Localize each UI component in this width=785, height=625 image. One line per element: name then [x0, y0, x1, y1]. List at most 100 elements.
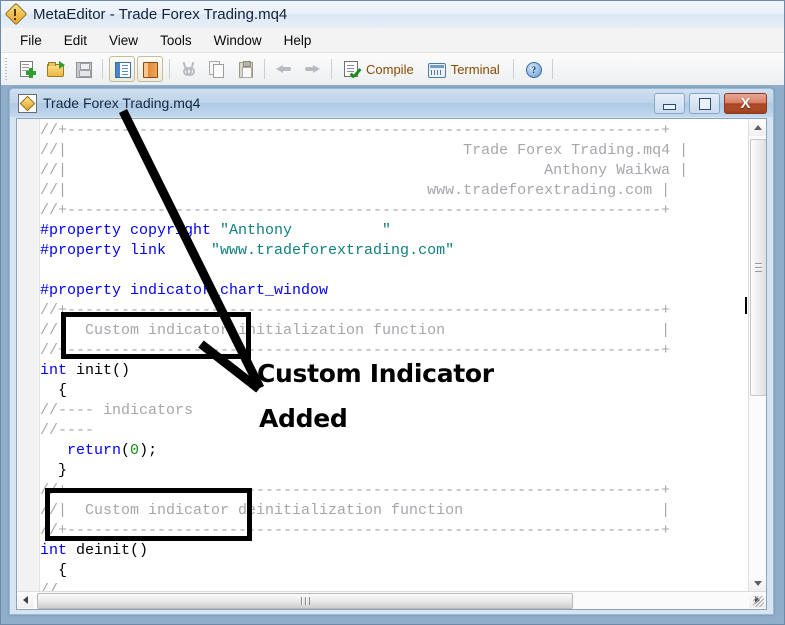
terminal-icon [427, 60, 445, 78]
paste-button[interactable] [232, 56, 258, 82]
code-line: //---- [40, 421, 749, 441]
code-token: #property link [40, 242, 211, 259]
code-token: return [67, 442, 121, 459]
window-title: MetaEditor - Trade Forex Trading.mq4 [33, 6, 287, 23]
redo-icon [303, 60, 321, 78]
toolbox-book-icon [141, 60, 159, 78]
code-line: //| Anthony Waikwa | [40, 161, 749, 181]
compile-icon-wrap [338, 56, 364, 82]
menu-view[interactable]: View [98, 30, 149, 51]
code-token: int [40, 542, 76, 559]
save-disk-icon [74, 60, 92, 78]
code-token: } [40, 462, 67, 479]
code-line: int deinit() [40, 541, 749, 561]
horizontal-scroll-thumb[interactable] [37, 593, 573, 609]
redo-button[interactable] [299, 56, 325, 82]
toolbar-separator [264, 59, 265, 79]
text-caret [745, 297, 747, 314]
editor-gutter [17, 119, 40, 609]
code-line: #property copyright "Anthony " [40, 221, 749, 241]
document-title-bar[interactable]: Trade Forex Trading.mq4 X [10, 89, 773, 117]
code-line: return(0); [40, 441, 749, 461]
code-token: () [112, 362, 130, 379]
vertical-scrollbar[interactable] [748, 119, 766, 592]
menu-tools[interactable]: Tools [149, 30, 203, 51]
code-token: //---- [40, 422, 94, 439]
help-icon: ? [524, 60, 542, 78]
callout-line-1: Custom Indicator [257, 358, 494, 389]
code-token: { [40, 562, 67, 579]
scroll-down-button[interactable] [749, 575, 766, 592]
metaeditor-window: MetaEditor - Trade Forex Trading.mq4 Fil… [0, 0, 785, 625]
vertical-scroll-thumb[interactable] [750, 139, 767, 396]
init-comment-highlight [61, 312, 251, 359]
toolbar-separator [102, 59, 103, 79]
help-glyph: ? [527, 63, 541, 77]
code-token: //| Trade Forex Trading.mq4 | [40, 142, 688, 159]
code-token: //+-------------------------------------… [40, 122, 670, 139]
copy-icon [208, 60, 226, 78]
code-line: #property link "www.tradeforextrading.co… [40, 241, 749, 261]
compile-icon [342, 60, 360, 78]
code-token: //| Anthony Waikwa | [40, 162, 688, 179]
toolbox-button[interactable] [137, 56, 163, 82]
code-line: //+-------------------------------------… [40, 201, 749, 221]
new-file-icon [18, 60, 36, 78]
new-file-button[interactable] [14, 56, 40, 82]
menu-edit[interactable]: Edit [53, 30, 98, 51]
toolbar-grip[interactable] [3, 58, 10, 80]
open-folder-icon [46, 60, 64, 78]
code-token: ); [139, 442, 157, 459]
callout-line-2: Added [259, 403, 348, 434]
code-token: () [130, 542, 148, 559]
code-line: //---- indicators [40, 401, 749, 421]
save-file-button[interactable] [70, 56, 96, 82]
title-bar: MetaEditor - Trade Forex Trading.mq4 [1, 1, 784, 29]
restore-icon [699, 98, 711, 110]
copy-button[interactable] [204, 56, 230, 82]
mq4-file-icon [18, 94, 36, 112]
main-toolbar: Compile Terminal ? [1, 53, 784, 86]
code-line: } [40, 461, 749, 481]
chevron-left-icon [23, 596, 28, 604]
restore-button[interactable] [689, 93, 720, 114]
terminal-label: Terminal [451, 62, 500, 77]
code-token: deinit [76, 542, 130, 559]
menu-file[interactable]: File [9, 30, 53, 51]
window-buttons: X [654, 93, 767, 114]
undo-button[interactable] [271, 56, 297, 82]
menu-bar: File Edit View Tools Window Help [1, 28, 784, 53]
navigator-panel-icon [113, 60, 131, 78]
resize-grip-icon[interactable] [753, 596, 764, 607]
cut-button[interactable] [176, 56, 202, 82]
close-icon: X [740, 96, 750, 111]
scroll-up-button[interactable] [749, 119, 766, 136]
code-token: 0 [130, 442, 139, 459]
document-title: Trade Forex Trading.mq4 [43, 95, 200, 111]
compile-button[interactable]: Compile [337, 56, 422, 82]
terminal-button[interactable]: Terminal [422, 56, 508, 82]
code-token: { [40, 382, 67, 399]
navigator-button[interactable] [109, 56, 135, 82]
menu-help[interactable]: Help [273, 30, 323, 51]
code-line: #property indicator_chart_window [40, 281, 749, 301]
help-button[interactable]: ? [520, 56, 546, 82]
paste-icon [236, 60, 254, 78]
compile-label: Compile [366, 62, 414, 77]
scroll-grip-icon [301, 597, 310, 605]
toolbar-separator [169, 59, 170, 79]
code-token: "Anthony " [220, 222, 391, 239]
code-token: //---- indicators [40, 402, 193, 419]
code-token [40, 442, 67, 459]
minimize-button[interactable] [654, 93, 685, 114]
open-file-button[interactable] [42, 56, 68, 82]
close-button[interactable]: X [724, 93, 767, 114]
chevron-down-icon [754, 581, 762, 586]
code-line: //+-------------------------------------… [40, 121, 749, 141]
code-line: //| www.tradeforextrading.com | [40, 181, 749, 201]
menu-window[interactable]: Window [203, 30, 273, 51]
toolbar-separator [513, 59, 514, 79]
scroll-left-button[interactable] [17, 592, 34, 608]
code-token: ( [121, 442, 130, 459]
horizontal-scrollbar[interactable] [17, 591, 766, 609]
